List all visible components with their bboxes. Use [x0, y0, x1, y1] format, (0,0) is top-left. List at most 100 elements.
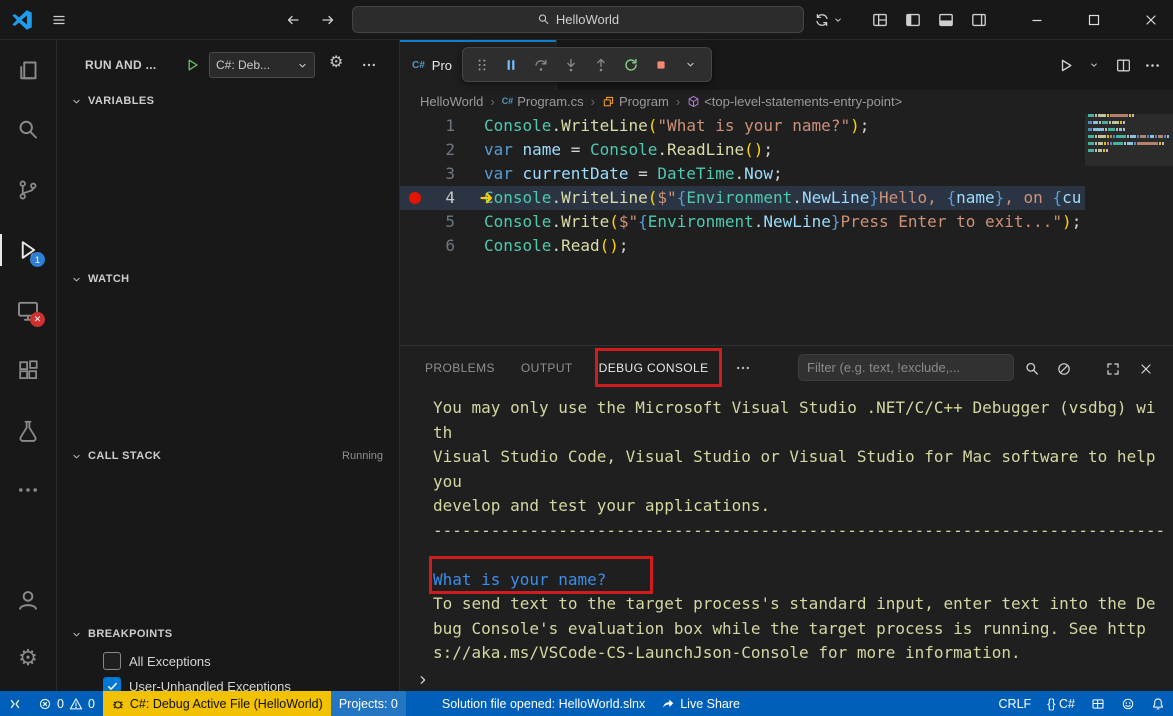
breakpoint-dot[interactable]: [409, 192, 421, 204]
split-editor-button[interactable]: [1114, 56, 1132, 74]
chevron-down-icon: [71, 274, 82, 285]
activity-more-views[interactable]: [0, 460, 56, 520]
step-into-button[interactable]: [562, 56, 579, 73]
status-language-mode[interactable]: {} C#: [1039, 691, 1083, 716]
activity-extensions[interactable]: [0, 340, 56, 400]
stop-button[interactable]: [652, 56, 669, 73]
code-text: Console.WriteLine("What is your name?");: [484, 114, 869, 138]
maximize-panel-button[interactable]: [1104, 360, 1121, 377]
extensions-icon: [16, 358, 40, 382]
minimize-button[interactable]: [1027, 10, 1047, 30]
section-label: VARIABLES: [88, 95, 154, 107]
status-eol[interactable]: CRLF: [991, 691, 1040, 716]
toggle-panel-button[interactable]: [936, 10, 955, 29]
activity-run-and-debug[interactable]: 1: [0, 220, 56, 280]
go-forward-button[interactable]: [318, 10, 338, 30]
status-debug-session[interactable]: C#: Debug Active File (HelloWorld): [103, 691, 331, 716]
title-bar: HelloWorld: [0, 0, 1173, 40]
section-breakpoints[interactable]: BREAKPOINTS: [57, 622, 399, 646]
code-line[interactable]: 6Console.Read();: [400, 234, 1085, 258]
window-controls: [1027, 10, 1161, 30]
panel-more-actions-button[interactable]: [735, 360, 751, 376]
step-out-button[interactable]: [592, 56, 609, 73]
status-ports[interactable]: [1083, 691, 1113, 716]
debug-console-input[interactable]: [416, 668, 430, 692]
pause-button[interactable]: [502, 56, 519, 73]
arrow-left-icon: [285, 12, 301, 28]
restart-icon: [623, 57, 639, 73]
gear-icon[interactable]: ⚙: [329, 55, 343, 71]
status-problems[interactable]: 00: [30, 691, 103, 716]
panel-tab-debug-console[interactable]: DEBUG CONSOLE: [599, 361, 709, 375]
panel-tab-problems[interactable]: PROBLEMS: [425, 361, 495, 375]
pause-icon: [503, 57, 519, 73]
hamburger-icon: [51, 12, 67, 28]
debug-console-filter-input[interactable]: [798, 354, 1014, 381]
activity-testing[interactable]: [0, 400, 56, 460]
drag-handle-button[interactable]: [475, 56, 489, 73]
activity-explorer[interactable]: [0, 40, 56, 100]
close-button[interactable]: [1141, 10, 1161, 30]
run-dropdown-button[interactable]: [1085, 56, 1103, 74]
code-line[interactable]: 2var name = Console.ReadLine();: [400, 138, 1085, 162]
debug-configuration-dropdown[interactable]: C#: Deb...: [209, 52, 315, 78]
minimap[interactable]: [1085, 114, 1173, 345]
activity-accounts[interactable]: [0, 571, 56, 629]
search-button[interactable]: [1023, 360, 1040, 377]
line-number: 3: [400, 162, 455, 186]
chevron-down-icon: [685, 59, 696, 70]
activity-source-control[interactable]: [0, 160, 56, 220]
more-actions-button[interactable]: [1143, 56, 1161, 74]
step-over-button[interactable]: [532, 56, 549, 73]
code-line[interactable]: 5Console.Write($"{Environment.NewLine}Pr…: [400, 210, 1085, 234]
maximize-button[interactable]: [1084, 10, 1104, 30]
customize-layout-button[interactable]: [870, 10, 889, 29]
code-line[interactable]: 1Console.WriteLine("What is your name?")…: [400, 114, 1085, 138]
code-line[interactable]: 4Console.WriteLine($"{Environment.NewLin…: [400, 186, 1085, 210]
ellipsis-icon: [1144, 57, 1161, 74]
breadcrumb-item[interactable]: C#Program.cs: [502, 94, 584, 109]
breadcrumb-item[interactable]: Program: [602, 94, 669, 109]
status-solution[interactable]: Solution file opened: HelloWorld.slnx: [434, 691, 653, 716]
run-button[interactable]: [1056, 56, 1074, 74]
section-call-stack[interactable]: CALL STACK Running: [57, 444, 399, 468]
code-line[interactable]: 3var currentDate = DateTime.Now;: [400, 162, 1085, 186]
go-back-button[interactable]: [283, 10, 303, 30]
toggle-primary-sidebar-button[interactable]: [903, 10, 922, 29]
sidebar-more-actions-button[interactable]: [361, 57, 377, 73]
warning-icon: [69, 697, 83, 711]
status-notifications[interactable]: [1143, 691, 1173, 716]
checkbox[interactable]: [103, 677, 121, 691]
clear-icon: [1056, 361, 1072, 377]
section-watch[interactable]: WATCH: [57, 267, 399, 291]
breakpoint-item[interactable]: All Exceptions: [57, 649, 399, 673]
command-center[interactable]: HelloWorld: [352, 6, 804, 33]
activity-bar: 1✕ ⚙: [0, 40, 57, 691]
start-debugging-button[interactable]: [184, 57, 200, 73]
sidebar-header: RUN AND ... C#: Deb... ⚙: [57, 40, 399, 90]
status-projects[interactable]: Projects: 0: [331, 691, 406, 716]
status-live-share[interactable]: Live Share: [653, 691, 748, 716]
step-out-icon: [593, 57, 609, 73]
console-line: To send text to the target process's sta…: [433, 592, 1167, 617]
stop-dropdown-button[interactable]: [682, 56, 699, 73]
clear-console-button[interactable]: [1055, 360, 1072, 377]
panel-tab-output[interactable]: OUTPUT: [521, 361, 573, 375]
activity-settings[interactable]: ⚙: [0, 629, 56, 687]
section-variables[interactable]: VARIABLES: [57, 89, 399, 113]
sync-button[interactable]: [814, 10, 843, 30]
restart-button[interactable]: [622, 56, 639, 73]
breadcrumb-item[interactable]: HelloWorld: [420, 94, 483, 109]
checkbox[interactable]: [103, 652, 121, 670]
code-area[interactable]: 1Console.WriteLine("What is your name?")…: [400, 114, 1085, 345]
activity-remote-explorer[interactable]: ✕: [0, 280, 56, 340]
toggle-secondary-sidebar-button[interactable]: [969, 10, 988, 29]
close-panel-button[interactable]: [1137, 360, 1154, 377]
activity-search[interactable]: [0, 100, 56, 160]
status-remote-indicator[interactable]: [0, 691, 30, 716]
status-feedback[interactable]: [1113, 691, 1143, 716]
breadcrumb-item[interactable]: <top-level-statements-entry-point>: [687, 94, 902, 109]
grip-icon: [474, 57, 490, 73]
menu-button[interactable]: [50, 11, 68, 29]
breakpoint-item[interactable]: User-Unhandled Exceptions: [57, 674, 399, 691]
